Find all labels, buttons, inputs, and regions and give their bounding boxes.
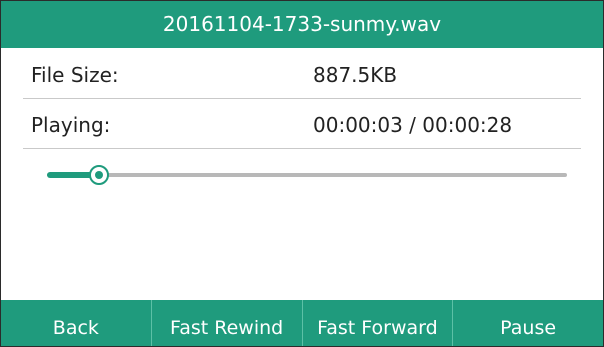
file-size-row: File Size: 887.5KB	[23, 50, 581, 99]
fast-rewind-button[interactable]: Fast Rewind	[152, 300, 303, 346]
progress-thumb[interactable]	[89, 165, 109, 185]
file-size-label: File Size:	[31, 63, 119, 87]
back-button[interactable]: Back	[1, 300, 152, 346]
softkey-bar: Back Fast Rewind Fast Forward Pause	[1, 300, 603, 346]
playing-row: Playing: 00:00:03 / 00:00:28	[23, 100, 581, 149]
playing-time-value: 00:00:03 / 00:00:28	[313, 113, 513, 137]
fast-forward-button[interactable]: Fast Forward	[303, 300, 454, 346]
progress-track	[47, 173, 567, 177]
file-size-value: 887.5KB	[313, 63, 398, 87]
playback-progress-slider[interactable]	[47, 165, 567, 185]
file-title: 20161104-1733-sunmy.wav	[1, 1, 603, 48]
media-player-screen: 20161104-1733-sunmy.wav File Size: 887.5…	[0, 0, 604, 347]
pause-button[interactable]: Pause	[453, 300, 603, 346]
playing-label: Playing:	[31, 113, 111, 137]
